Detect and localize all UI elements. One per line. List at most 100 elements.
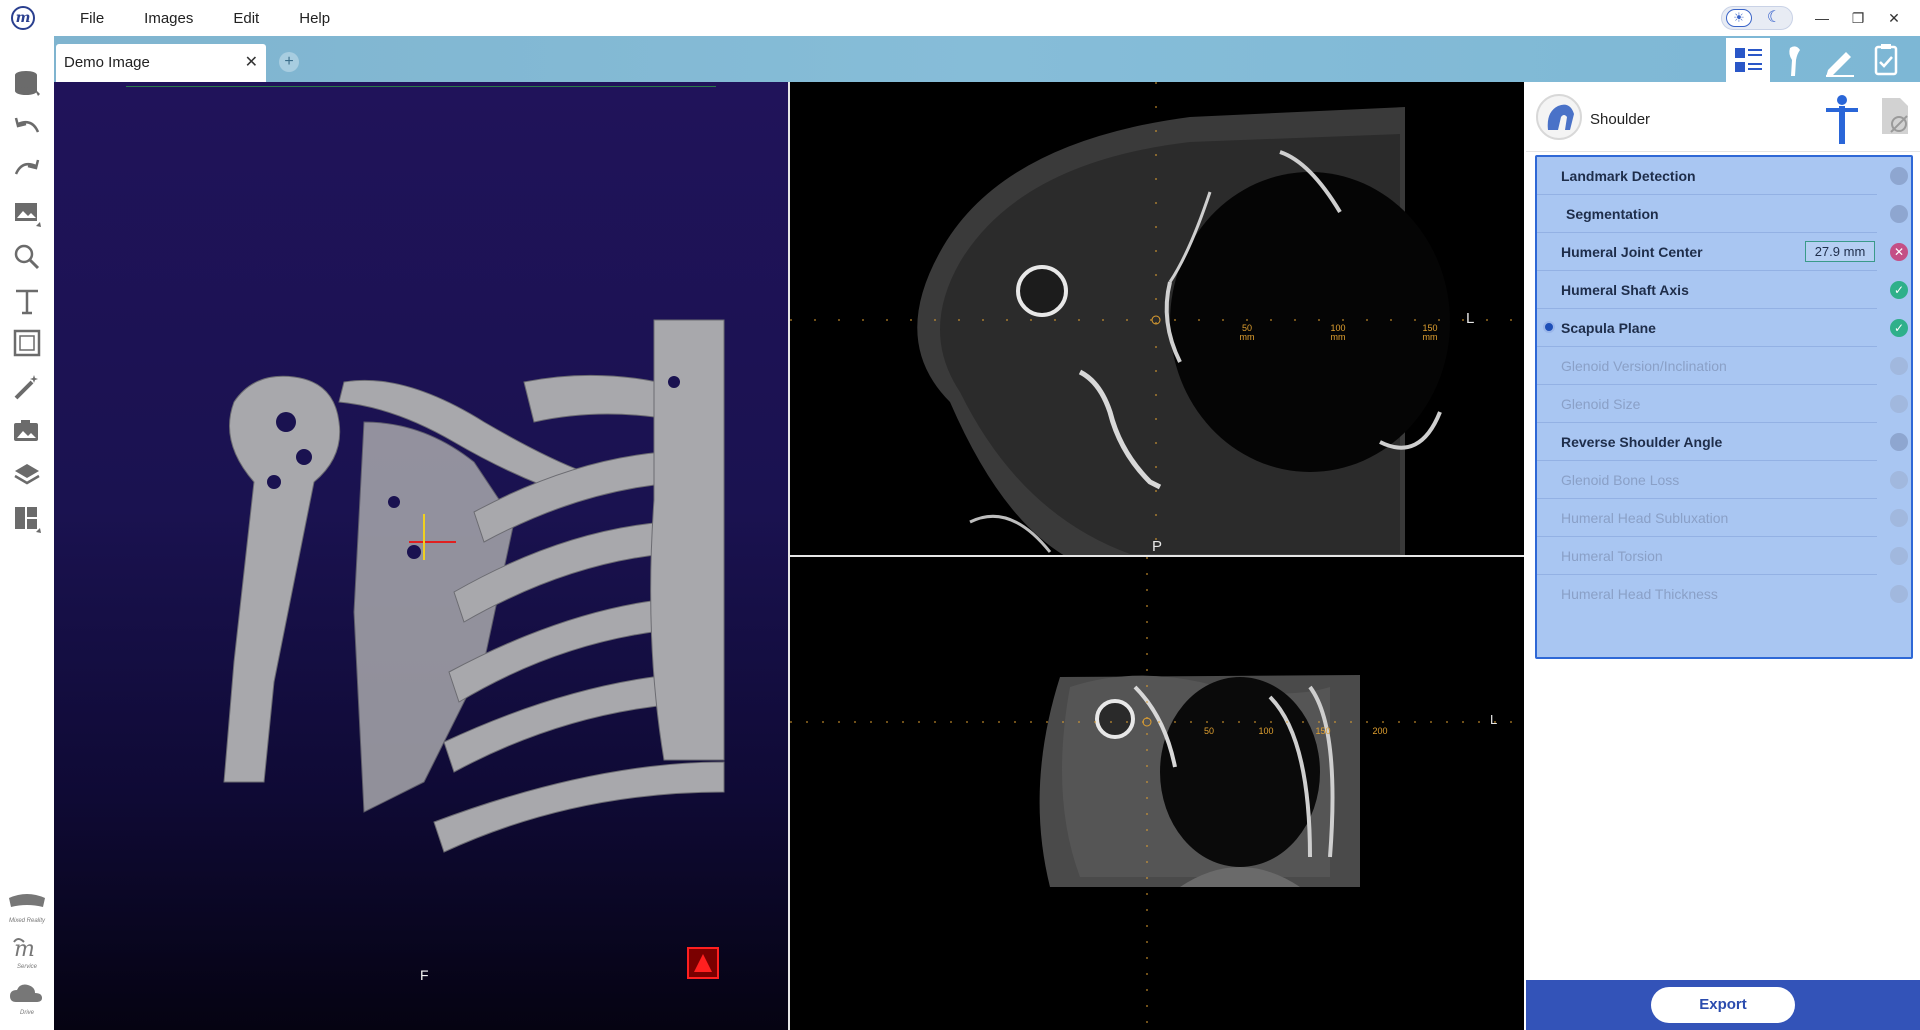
screenshot-icon[interactable] (12, 416, 42, 446)
axial-scale-50: 50 mm (1239, 323, 1255, 342)
axial-scale-100: 100 mm (1330, 323, 1346, 342)
drive-label: Drive (19, 1010, 34, 1016)
panel-header: Shoulder (1526, 82, 1920, 152)
step-scapula-plane[interactable]: Scapula Plane (1537, 309, 1877, 347)
step-humeral-head-thickness: Humeral Head Thickness (1561, 586, 1718, 602)
tab-strip: Demo Image ✕ + (54, 36, 1920, 82)
mixed-reality-icon (9, 894, 45, 907)
service-icon: m (13, 937, 35, 962)
coronal-scale-200: 200 (1372, 726, 1388, 736)
axial-ct-slice (790, 82, 1524, 555)
menu-help[interactable]: Help (299, 10, 330, 27)
annotate-tool[interactable] (1818, 38, 1862, 82)
menu-images[interactable]: Images (144, 10, 193, 27)
clipboard-check-icon (1874, 44, 1898, 76)
app-logo-icon[interactable]: m (11, 6, 35, 30)
moon-icon[interactable]: ☾ (1762, 8, 1786, 28)
window-close-button[interactable]: ✕ (1880, 6, 1908, 30)
step-humeral-head-subluxation: Humeral Head Subluxation (1537, 499, 1877, 537)
coronal-orientation-label-l: L (1490, 712, 1498, 727)
magic-wand-icon[interactable] (12, 372, 42, 402)
step-status-pending (1890, 205, 1908, 223)
step-glenoid-bone-loss: Glenoid Bone Loss (1537, 461, 1877, 499)
workflow-panel: Shoulder Landmark Detection Segmentation… (1526, 82, 1920, 1030)
bone-tool[interactable] (1772, 38, 1816, 82)
volume-render-viewport[interactable]: F (54, 82, 788, 1030)
cloud-drive-icon (10, 984, 42, 1002)
step-humeral-torsion: Humeral Torsion (1537, 537, 1877, 575)
step-glenoid-version-inclination: Glenoid Version/Inclination (1537, 347, 1877, 385)
bone-volume-render (126, 86, 725, 979)
title-bar: m File Images Edit Help ☀ ☾ — ❐ ✕ (0, 0, 1920, 36)
layers-icon[interactable] (12, 460, 42, 490)
step-status-pending (1890, 547, 1908, 565)
bone-icon (1789, 46, 1800, 76)
minimize-button[interactable]: — (1808, 6, 1836, 30)
step-status-pending (1890, 395, 1908, 413)
layout-icon[interactable] (12, 504, 42, 534)
step-status-pending (1890, 509, 1908, 527)
panel-title: Shoulder (1590, 111, 1651, 128)
service-label: Service (16, 964, 37, 970)
step-status-pending (1890, 433, 1908, 451)
sun-icon[interactable]: ☀ (1726, 9, 1752, 27)
humeral-joint-center-value[interactable]: 27.9 mm (1805, 241, 1875, 262)
image-edit-icon[interactable] (12, 198, 42, 228)
step-glenoid-size: Glenoid Size (1537, 385, 1877, 423)
svg-text:m: m (14, 937, 35, 962)
axial-scale-150: 150 mm (1422, 323, 1438, 342)
menu-file[interactable]: File (80, 10, 104, 27)
orientation-label-f: F (420, 967, 429, 983)
step-landmark-detection[interactable]: Landmark Detection (1537, 157, 1877, 195)
undo-icon[interactable] (12, 112, 42, 142)
export-bar: Export (1526, 980, 1920, 1030)
service-button[interactable]: m Service (6, 934, 48, 978)
theme-toggle[interactable]: ☀ ☾ (1721, 6, 1793, 30)
step-done-check-icon: ✓ (1890, 281, 1908, 299)
mixed-reality-label: Mixed Reality (8, 918, 45, 924)
coronal-ct-slice (790, 557, 1524, 1030)
orientation-label-l: L (1466, 310, 1475, 327)
zoom-icon[interactable] (12, 242, 42, 272)
step-reverse-shoulder-angle[interactable]: Reverse Shoulder Angle (1537, 423, 1877, 461)
list-layout-icon (1735, 48, 1762, 72)
step-humeral-joint-center[interactable]: Humeral Joint Center 27.9 mm (1537, 233, 1877, 271)
step-segmentation[interactable]: Segmentation (1537, 195, 1877, 233)
redo-icon[interactable] (12, 154, 42, 184)
database-icon[interactable] (12, 68, 42, 98)
workflow-steps-list: Landmark Detection Segmentation Humeral … (1535, 155, 1913, 659)
coronal-scale-50: 50 (1203, 726, 1214, 736)
coronal-slice-viewport[interactable]: 50 100 150 200 L (790, 557, 1524, 1030)
menu-bar: File Images Edit Help (70, 0, 360, 36)
text-icon[interactable] (12, 286, 42, 316)
report-tool[interactable] (1864, 38, 1908, 82)
pencil-icon (1826, 52, 1854, 77)
maximize-button[interactable]: ❐ (1844, 6, 1872, 30)
tab-demo-image[interactable]: Demo Image ✕ (56, 44, 266, 82)
tab-title: Demo Image (64, 54, 150, 71)
step-error-icon[interactable]: ✕ (1890, 243, 1908, 261)
step-status-pending (1890, 167, 1908, 185)
workflow-list-tool[interactable] (1726, 38, 1770, 82)
export-button[interactable]: Export (1651, 987, 1795, 1023)
drive-button[interactable]: Drive (6, 980, 48, 1024)
mixed-reality-button[interactable]: Mixed Reality (6, 888, 48, 932)
step-done-check-icon: ✓ (1890, 319, 1908, 337)
add-tab-button[interactable]: + (279, 52, 299, 72)
axial-slice-viewport[interactable]: 50 mm 100 mm 150 mm L P (790, 82, 1524, 555)
current-step-marker-icon (1543, 321, 1555, 333)
step-status-pending (1890, 471, 1908, 489)
menu-edit[interactable]: Edit (233, 10, 259, 27)
coronal-scale-150: 150 (1315, 726, 1331, 736)
shoulder-icon (1536, 94, 1582, 140)
step-humeral-shaft-axis[interactable]: Humeral Shaft Axis (1537, 271, 1877, 309)
frame-icon[interactable] (12, 328, 42, 358)
coronal-scale-100: 100 (1258, 726, 1274, 736)
tab-close-icon[interactable]: ✕ (245, 52, 258, 72)
step-status-pending (1890, 585, 1908, 603)
body-side-icon[interactable] (1820, 94, 1862, 146)
hide-document-icon[interactable] (1878, 96, 1912, 136)
step-status-pending (1890, 357, 1908, 375)
orientation-label-p: P (1152, 538, 1163, 555)
left-toolbar: Mixed Reality m Service Drive (0, 36, 54, 1030)
